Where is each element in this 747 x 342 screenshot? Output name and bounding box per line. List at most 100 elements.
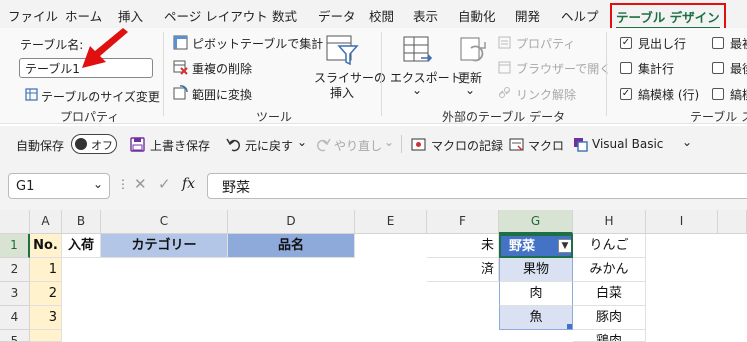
column-header-e[interactable]: E xyxy=(355,210,427,234)
menu-help[interactable]: ヘルプ xyxy=(561,6,599,25)
undo-button[interactable]: 元に戻す xyxy=(245,137,293,154)
menu-data[interactable]: データ xyxy=(318,6,356,25)
name-box-dropdown-icon[interactable]: ⌄ xyxy=(93,177,103,191)
unlink-button[interactable]: リンク解除 xyxy=(516,86,576,103)
row-header-3[interactable]: 3 xyxy=(0,282,30,306)
cell-f2[interactable]: 済 xyxy=(427,258,499,282)
column-header-g[interactable]: G xyxy=(499,210,573,234)
column-header-f[interactable]: F xyxy=(427,210,499,234)
formula-value: 野菜 xyxy=(222,180,250,196)
table-resize-button[interactable]: テーブルのサイズ変更 xyxy=(41,88,160,105)
cell-b1[interactable]: 入荷 xyxy=(62,234,101,258)
banded-rows-label: 縞模様 (行) xyxy=(638,88,700,102)
menu-insert[interactable]: 挿入 xyxy=(118,6,143,25)
qat-customize-icon[interactable]: ⌄ xyxy=(682,135,692,149)
cell-h1[interactable]: りんご xyxy=(573,234,646,258)
cell-g2[interactable]: 果物 xyxy=(499,258,573,282)
autosave-toggle[interactable]: オフ xyxy=(71,134,117,154)
ribbon-divider xyxy=(606,32,607,116)
convert-to-range-button[interactable]: 範囲に変換 xyxy=(192,86,252,103)
style-options-group-label: テーブル スタ xyxy=(690,110,747,124)
row-header-4[interactable]: 4 xyxy=(0,306,30,330)
redo-button[interactable]: やり直し xyxy=(334,137,382,154)
cell-a4[interactable]: 3 xyxy=(30,306,62,330)
unlink-icon xyxy=(498,86,511,102)
redo-dropdown-icon[interactable]: ⌄ xyxy=(384,135,394,149)
cell-h3[interactable]: 白菜 xyxy=(573,282,646,306)
cell-a1[interactable]: No. xyxy=(30,234,62,258)
row-header-5[interactable]: 5 xyxy=(0,330,30,342)
banded-rows-checkbox[interactable]: ✓ xyxy=(620,88,632,100)
column-header-next[interactable] xyxy=(718,210,747,234)
pivot-table-icon xyxy=(173,35,188,53)
menu-home[interactable]: ホーム xyxy=(65,6,102,25)
menu-view[interactable]: 表示 xyxy=(413,6,438,25)
menu-developer[interactable]: 開発 xyxy=(515,6,540,25)
table-name-label: テーブル名: xyxy=(20,38,84,52)
cell-a3[interactable]: 2 xyxy=(30,282,62,306)
cell-a2[interactable]: 1 xyxy=(30,258,62,282)
cell-h4[interactable]: 豚肉 xyxy=(573,306,646,330)
cell-c1[interactable]: カテゴリー xyxy=(101,234,228,258)
column-header-b[interactable]: B xyxy=(62,210,101,234)
table-resize-handle[interactable] xyxy=(567,324,572,329)
slicer-label-line2[interactable]: 挿入 xyxy=(330,84,354,101)
table-resize-icon xyxy=(25,88,38,104)
menu-page-layout[interactable]: ページ レイアウト xyxy=(164,6,268,25)
properties-button[interactable]: プロパティ xyxy=(516,35,575,52)
formula-input[interactable] xyxy=(207,173,747,199)
cancel-icon[interactable]: ✕ xyxy=(134,175,147,193)
export-icon xyxy=(401,34,433,69)
export-button[interactable]: エクスポート xyxy=(390,69,462,86)
cell-g3[interactable]: 肉 xyxy=(499,282,573,306)
menu-automate[interactable]: 自動化 xyxy=(458,6,496,25)
record-macro-button[interactable]: マクロの記録 xyxy=(431,137,503,154)
cell-f1[interactable]: 未 xyxy=(427,234,499,258)
remove-duplicates-button[interactable]: 重複の削除 xyxy=(192,60,252,77)
select-all-corner[interactable] xyxy=(0,210,30,234)
enter-icon[interactable]: ✓ xyxy=(158,175,171,193)
cell-h2[interactable]: みかん xyxy=(573,258,646,282)
tools-group-label: ツール xyxy=(256,110,293,124)
row-header-1[interactable]: 1 xyxy=(0,234,30,258)
table-header-cell-g1[interactable]: 野菜 ▼ xyxy=(499,234,573,258)
record-macro-icon xyxy=(411,137,426,155)
banded-columns-label: 縞模 xyxy=(730,88,747,102)
pivot-summary-button[interactable]: ピボットテーブルで集計 xyxy=(192,35,323,52)
total-row-checkbox[interactable] xyxy=(620,62,632,74)
undo-dropdown-icon[interactable]: ⌄ xyxy=(297,135,307,149)
column-header-d[interactable]: D xyxy=(228,210,355,234)
total-row-label: 集計行 xyxy=(638,62,675,76)
redo-icon xyxy=(316,137,331,155)
cell-h5[interactable]: 鶏肉 xyxy=(573,330,646,342)
remove-duplicates-icon xyxy=(173,60,188,78)
menu-file[interactable]: ファイル xyxy=(8,6,58,25)
cell-g4[interactable]: 魚 xyxy=(499,306,573,330)
column-header-c[interactable]: C xyxy=(101,210,228,234)
cell-a5[interactable] xyxy=(30,330,62,342)
open-in-browser-button[interactable]: ブラウザーで開く xyxy=(516,60,611,77)
first-column-checkbox[interactable] xyxy=(712,37,724,49)
cell-d1[interactable]: 品名 xyxy=(228,234,355,258)
convert-to-range-icon xyxy=(173,85,188,103)
menu-table-design[interactable]: テーブル デザイン xyxy=(610,3,726,30)
visual-basic-button[interactable]: Visual Basic xyxy=(592,137,663,151)
formula-bar-menu-icon[interactable]: ⋮ xyxy=(117,177,129,191)
insert-function-icon[interactable]: fx xyxy=(182,176,195,192)
menu-formulas[interactable]: 数式 xyxy=(272,6,297,25)
row-header-2[interactable]: 2 xyxy=(0,258,30,282)
column-header-i[interactable]: I xyxy=(646,210,718,234)
last-column-checkbox[interactable] xyxy=(712,62,724,74)
banded-columns-checkbox[interactable] xyxy=(712,88,724,100)
header-row-checkbox[interactable]: ✓ xyxy=(620,37,632,49)
properties-icon xyxy=(498,36,511,52)
column-header-h[interactable]: H xyxy=(573,210,646,234)
menu-review[interactable]: 校閲 xyxy=(369,6,394,25)
filter-dropdown-icon[interactable]: ▼ xyxy=(558,239,571,253)
autosave-state: オフ xyxy=(91,139,113,152)
save-button[interactable]: 上書き保存 xyxy=(150,137,210,154)
refresh-dropdown-icon[interactable]: ⌄ xyxy=(465,83,475,97)
column-header-a[interactable]: A xyxy=(30,210,62,234)
export-dropdown-icon[interactable]: ⌄ xyxy=(412,83,422,97)
macro-button[interactable]: マクロ xyxy=(528,137,564,154)
